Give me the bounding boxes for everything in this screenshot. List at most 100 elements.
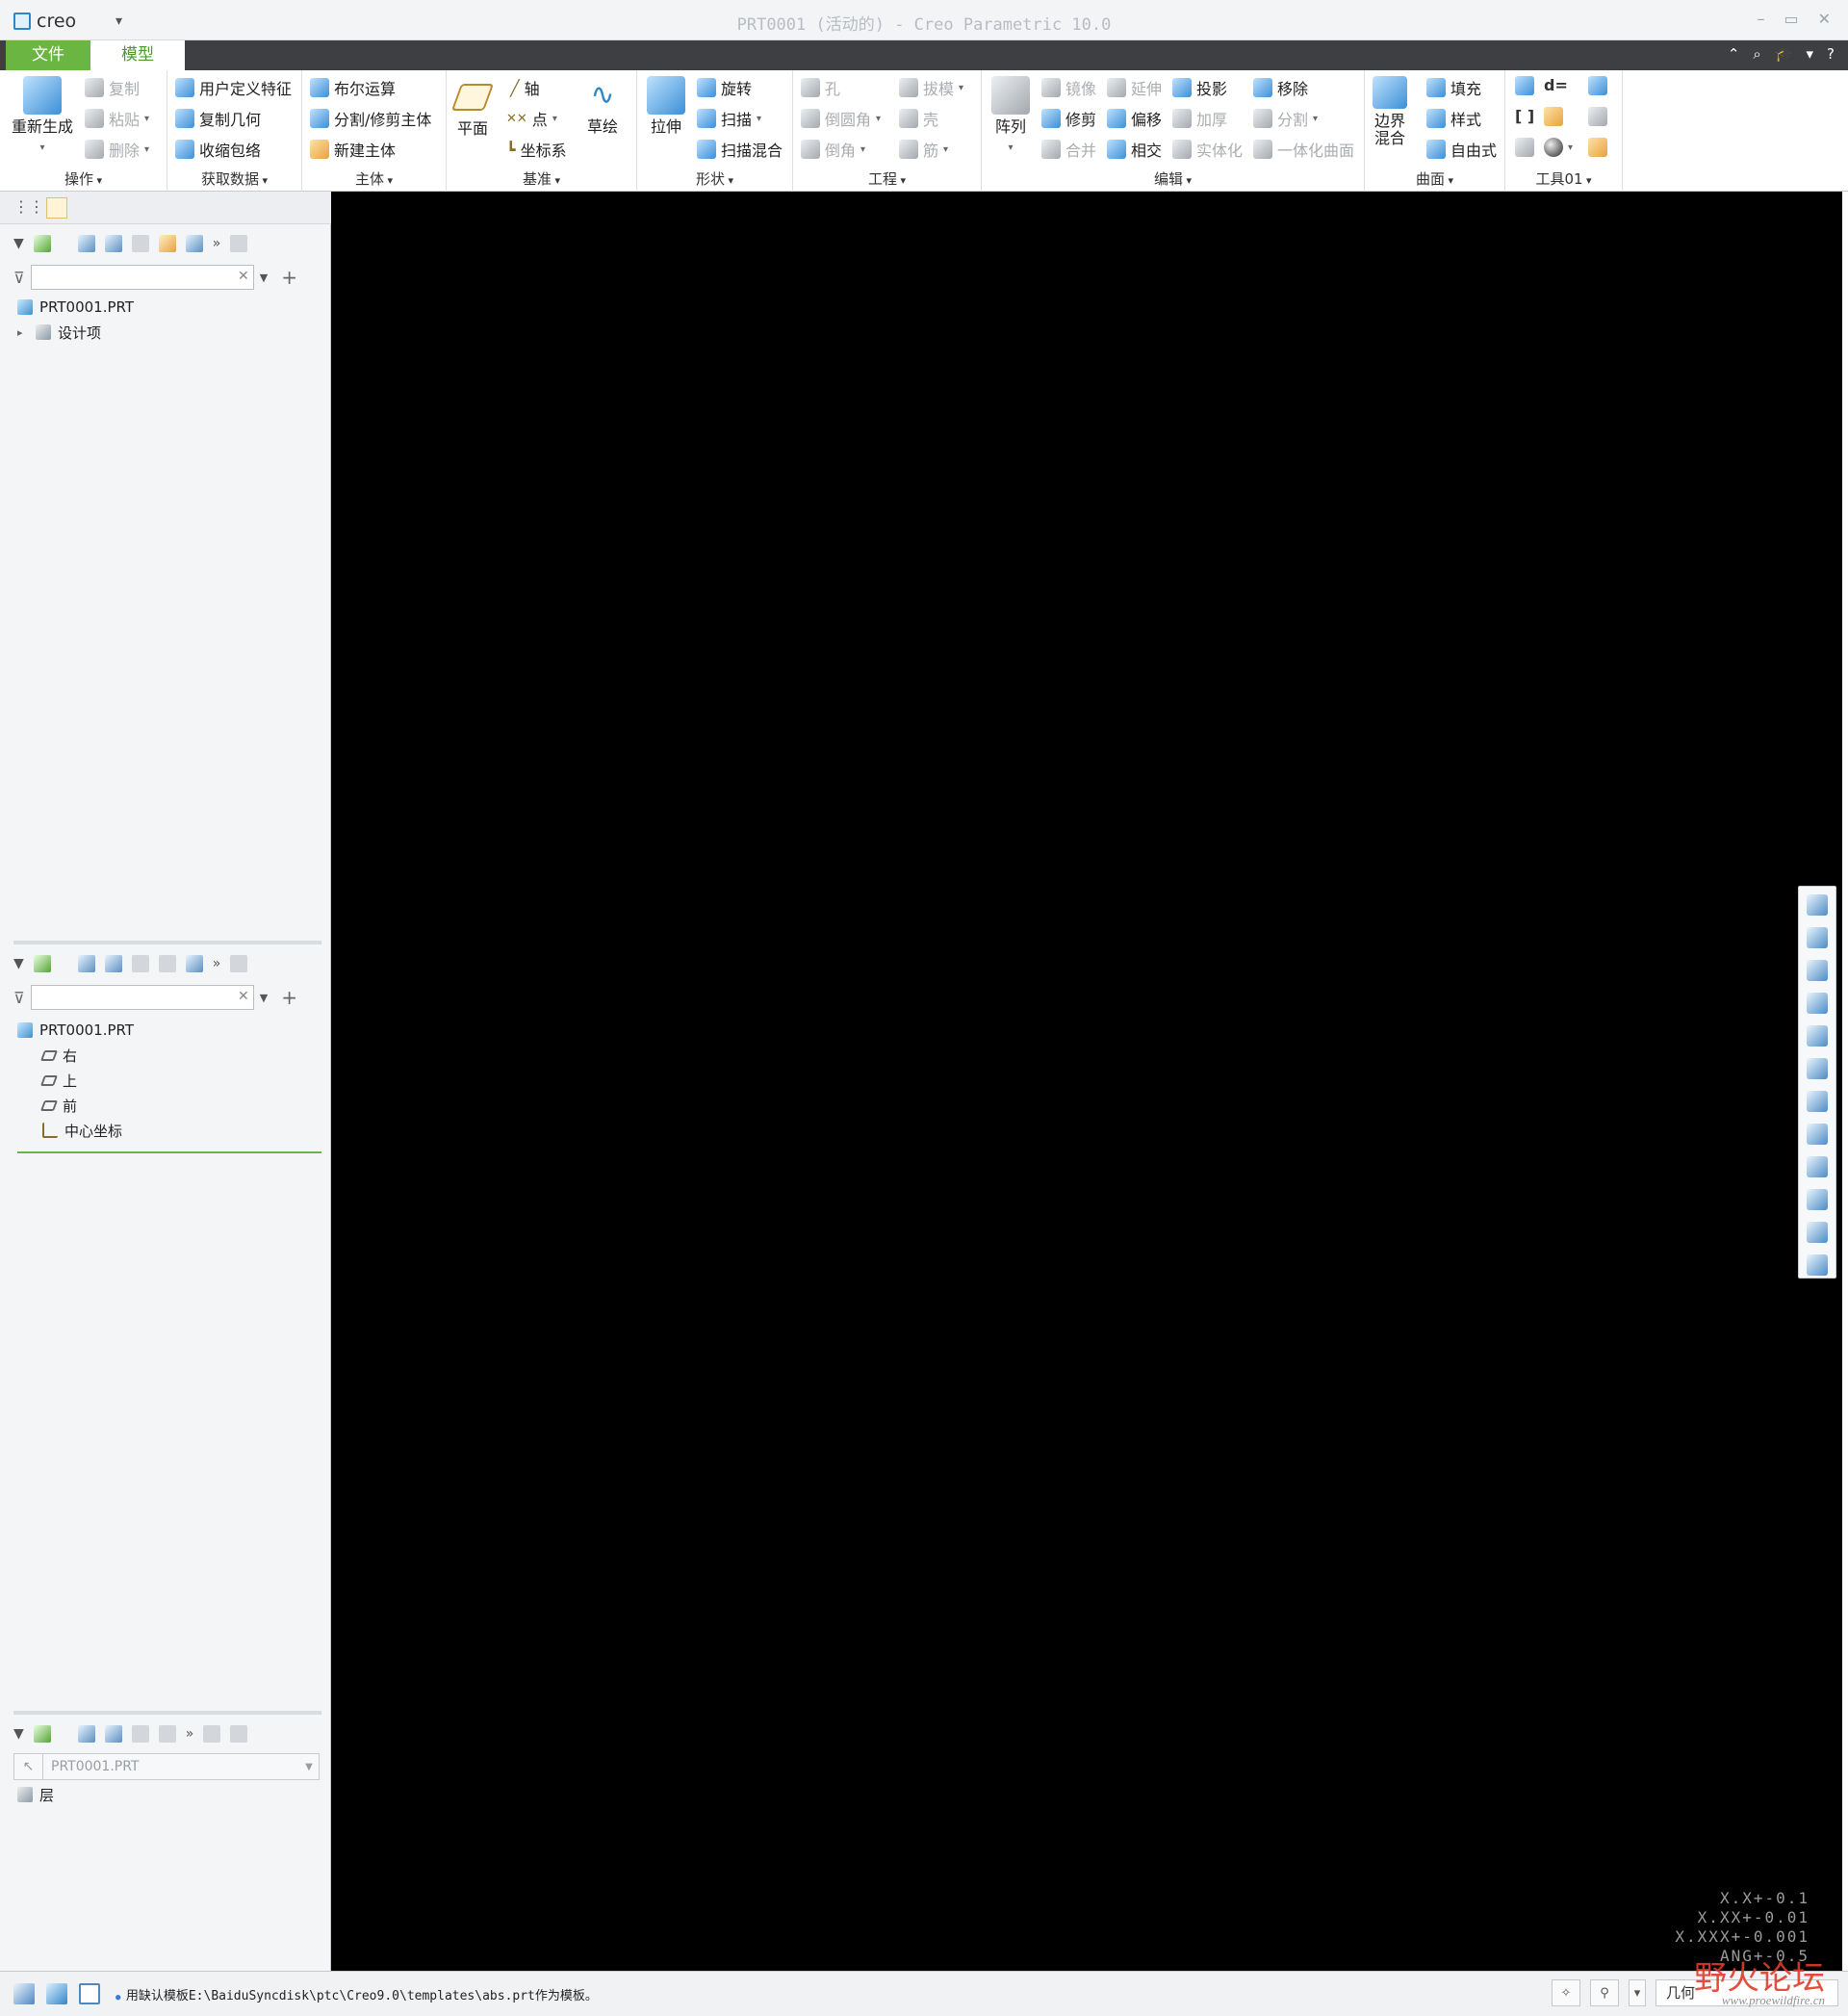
pane-splitter[interactable] bbox=[13, 1711, 321, 1715]
remove-button[interactable]: 移除 bbox=[1253, 76, 1308, 99]
collapse-all-icon[interactable] bbox=[104, 235, 122, 252]
smart-select-icon[interactable]: ✧ bbox=[1552, 1979, 1580, 2006]
merge-button[interactable]: 合并 bbox=[1041, 138, 1096, 161]
tree-item-design-items[interactable]: ▸ 设计项 bbox=[17, 320, 134, 345]
regenerate-button[interactable]: 重新生成 ▾ bbox=[12, 76, 73, 157]
boolean-button[interactable]: 布尔运算 bbox=[310, 76, 396, 99]
filter-icon[interactable]: ⊽ bbox=[13, 269, 25, 287]
new-body-button[interactable]: 新建主体 bbox=[310, 138, 396, 161]
group-label-surfaces[interactable]: 曲面 bbox=[1365, 168, 1504, 189]
plane-display-icon[interactable] bbox=[1807, 1124, 1828, 1145]
detail-tree-search-input[interactable]: ✕ bbox=[30, 985, 254, 1010]
split-surface-button[interactable]: 分割 ▾ bbox=[1253, 107, 1318, 130]
tree-item-front-plane[interactable]: 前 bbox=[17, 1093, 134, 1118]
rib-button[interactable]: 筋 ▾ bbox=[899, 138, 948, 161]
group-label-editing[interactable]: 编辑 bbox=[982, 168, 1364, 189]
view-manager-icon[interactable] bbox=[1807, 1091, 1828, 1112]
mirror-button[interactable]: 镜像 bbox=[1041, 76, 1096, 99]
freestyle-button[interactable]: 自由式 bbox=[1426, 138, 1497, 161]
parameters-button[interactable]: [ ] bbox=[1515, 107, 1534, 125]
measure-button[interactable] bbox=[1515, 138, 1534, 157]
full-screen-icon[interactable] bbox=[79, 1983, 100, 2004]
repaint-icon[interactable] bbox=[1807, 993, 1828, 1014]
highlight-icon[interactable] bbox=[158, 955, 176, 972]
tab-model[interactable]: 模型 bbox=[90, 40, 185, 70]
layer-model-select[interactable]: ↖ PRT0001.PRT ▼ bbox=[13, 1753, 320, 1780]
settings-icon[interactable] bbox=[230, 1725, 248, 1743]
zoom-out-icon[interactable] bbox=[1807, 960, 1828, 981]
group-label-engineering[interactable]: 工程 bbox=[793, 168, 981, 189]
collapse-all-icon[interactable] bbox=[104, 955, 122, 972]
tree-item-top-plane[interactable]: 上 bbox=[17, 1068, 134, 1093]
tree-filter-icon[interactable] bbox=[185, 955, 203, 972]
settings-icon[interactable] bbox=[230, 235, 248, 252]
clear-icon[interactable]: ✕ bbox=[238, 269, 249, 284]
layer-properties-icon[interactable] bbox=[203, 1725, 221, 1743]
draft-button[interactable]: 拔模 ▾ bbox=[899, 76, 963, 99]
tree-item-layers[interactable]: 层 bbox=[17, 1782, 54, 1807]
style-button[interactable]: 样式 bbox=[1426, 107, 1481, 130]
browser-icon[interactable] bbox=[46, 1983, 67, 2004]
layers-icon[interactable] bbox=[33, 1725, 51, 1743]
pane-collapse-icon[interactable]: ▼ bbox=[13, 1726, 24, 1742]
columns-icon[interactable] bbox=[131, 955, 149, 972]
unify-surface-button[interactable]: 一体化曲面 bbox=[1253, 138, 1354, 161]
expand-all-icon[interactable] bbox=[77, 235, 95, 252]
analysis-button[interactable] bbox=[1515, 76, 1534, 95]
trim-button[interactable]: 修剪 bbox=[1041, 107, 1096, 130]
plane-button[interactable]: 平面 bbox=[450, 78, 495, 138]
group-label-datum[interactable]: 基准 bbox=[447, 168, 636, 189]
tree-root[interactable]: PRT0001.PRT bbox=[17, 1018, 134, 1043]
pane-collapse-icon[interactable]: ▼ bbox=[13, 956, 24, 971]
round-button[interactable]: 倒圆角 ▾ bbox=[801, 107, 881, 130]
axis-button[interactable]: ╱ 轴 bbox=[510, 76, 540, 99]
annotation-display-icon[interactable] bbox=[1807, 1254, 1828, 1276]
expand-icon[interactable]: ▸ bbox=[17, 326, 29, 339]
more-icon[interactable]: » bbox=[213, 236, 221, 251]
delete-button[interactable]: 删除 ▾ bbox=[85, 138, 149, 161]
shell-button[interactable]: 壳 bbox=[899, 107, 938, 130]
saved-orientations-icon[interactable] bbox=[1807, 1058, 1828, 1079]
body-tree-icon[interactable] bbox=[33, 955, 51, 972]
point-button[interactable]: ✕✕ 点 ▾ bbox=[506, 107, 557, 130]
appearance-button[interactable] bbox=[1544, 107, 1563, 126]
point-display-icon[interactable] bbox=[1807, 1189, 1828, 1210]
offset-button[interactable]: 偏移 bbox=[1107, 107, 1162, 130]
extend-button[interactable]: 延伸 bbox=[1107, 76, 1162, 99]
hole-button[interactable]: 孔 bbox=[801, 76, 840, 99]
group-label-tools01[interactable]: 工具01 bbox=[1505, 168, 1622, 189]
show-layer-icon[interactable] bbox=[131, 1725, 149, 1743]
toggle-navigator-icon[interactable] bbox=[13, 1983, 35, 2004]
chevron-down-icon[interactable]: ▾ bbox=[1629, 1979, 1646, 2006]
axis-display-icon[interactable] bbox=[1807, 1156, 1828, 1177]
find-icon[interactable]: ⚲ bbox=[1590, 1979, 1619, 2006]
collapse-all-icon[interactable] bbox=[104, 1725, 122, 1743]
udf-button[interactable]: 用户定义特征 bbox=[175, 76, 292, 99]
filter-dropdown-icon[interactable]: ▼ bbox=[260, 992, 268, 1004]
tree-filter-icon[interactable] bbox=[185, 235, 203, 252]
learning-icon[interactable]: 🎓 bbox=[1775, 45, 1793, 63]
tree-item-csys[interactable]: 中心坐标 bbox=[17, 1118, 134, 1143]
layers-button[interactable] bbox=[1588, 138, 1607, 157]
tree-item-right-plane[interactable]: 右 bbox=[17, 1043, 134, 1068]
zoom-in-icon[interactable] bbox=[1807, 927, 1828, 948]
minimize-icon[interactable]: – bbox=[1757, 10, 1764, 28]
hide-layer-icon[interactable] bbox=[158, 1725, 176, 1743]
csys-display-icon[interactable] bbox=[1807, 1222, 1828, 1243]
boundary-blend-button[interactable]: 边界混合 bbox=[1373, 76, 1407, 147]
solidify-button[interactable]: 实体化 bbox=[1172, 138, 1243, 161]
expand-all-icon[interactable] bbox=[77, 1725, 95, 1743]
highlight-icon[interactable] bbox=[158, 235, 176, 252]
graphics-viewport[interactable] bbox=[331, 192, 1842, 1971]
chevron-down-icon[interactable]: ▾ bbox=[1807, 45, 1814, 63]
search-icon[interactable]: ⌕ bbox=[1753, 45, 1760, 63]
pane-splitter[interactable] bbox=[13, 941, 321, 944]
settings-icon[interactable] bbox=[230, 955, 248, 972]
tab-file[interactable]: 文件 bbox=[6, 40, 90, 70]
sweep-button[interactable]: 扫描 ▾ bbox=[697, 107, 761, 130]
fill-button[interactable]: 填充 bbox=[1426, 76, 1481, 99]
model-tree-tools-button[interactable] bbox=[1588, 76, 1607, 95]
paste-button[interactable]: 粘贴 ▾ bbox=[85, 107, 149, 130]
display-style-icon[interactable] bbox=[1807, 1025, 1828, 1047]
relations-button[interactable]: d= bbox=[1544, 76, 1568, 94]
